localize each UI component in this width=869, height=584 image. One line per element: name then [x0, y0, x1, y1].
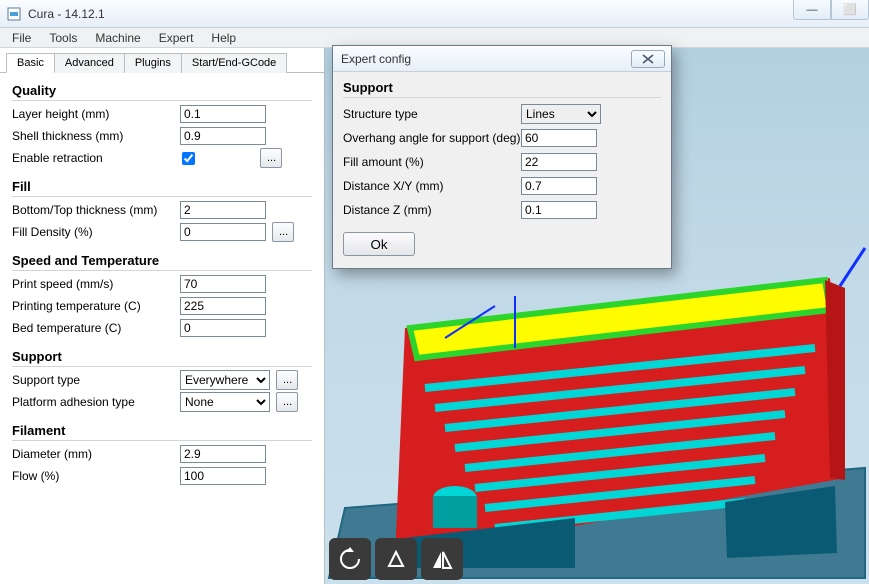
dialog-section-support: Support	[343, 80, 661, 98]
settings-panel: Basic Advanced Plugins Start/End-GCode Q…	[0, 48, 325, 584]
menu-tools[interactable]: Tools	[41, 29, 85, 47]
section-fill: Fill	[12, 179, 312, 197]
title-bar: Cura - 14.12.1 — ⬜	[0, 0, 869, 28]
input-overhang-angle[interactable]	[521, 129, 597, 147]
select-adhesion-type[interactable]: None	[180, 392, 270, 412]
label-print-speed: Print speed (mm/s)	[12, 277, 180, 291]
label-diameter: Diameter (mm)	[12, 447, 180, 461]
support-settings-button[interactable]: ...	[276, 370, 298, 390]
tab-plugins[interactable]: Plugins	[124, 53, 182, 73]
label-flow: Flow (%)	[12, 469, 180, 483]
input-diameter[interactable]	[180, 445, 266, 463]
tab-advanced[interactable]: Advanced	[54, 53, 125, 73]
section-filament: Filament	[12, 423, 312, 441]
input-distance-z[interactable]	[521, 201, 597, 219]
label-bottom-top: Bottom/Top thickness (mm)	[12, 203, 180, 217]
select-structure-type[interactable]: Lines	[521, 104, 601, 124]
dialog-title-bar[interactable]: Expert config	[333, 46, 671, 72]
menu-file[interactable]: File	[4, 29, 39, 47]
section-speedtemp: Speed and Temperature	[12, 253, 312, 271]
menu-machine[interactable]: Machine	[87, 29, 148, 47]
input-shell-thickness[interactable]	[180, 127, 266, 145]
input-layer-height[interactable]	[180, 105, 266, 123]
input-bed-temp[interactable]	[180, 319, 266, 337]
tab-basic[interactable]: Basic	[6, 53, 55, 73]
view-toolbar	[329, 538, 463, 580]
label-distance-xy: Distance X/Y (mm)	[343, 179, 521, 193]
input-fill-density[interactable]	[180, 223, 266, 241]
tab-gcode[interactable]: Start/End-GCode	[181, 53, 287, 73]
label-support-type: Support type	[12, 373, 180, 387]
label-distance-z: Distance Z (mm)	[343, 203, 521, 217]
adhesion-settings-button[interactable]: ...	[276, 392, 298, 412]
checkbox-enable-retraction[interactable]	[182, 152, 195, 165]
label-adhesion-type: Platform adhesion type	[12, 395, 180, 409]
minimize-button[interactable]: —	[793, 0, 831, 20]
label-layer-height: Layer height (mm)	[12, 107, 180, 121]
input-flow[interactable]	[180, 467, 266, 485]
dialog-title: Expert config	[341, 52, 411, 66]
input-fill-amount[interactable]	[521, 153, 597, 171]
label-overhang-angle: Overhang angle for support (deg)	[343, 131, 521, 145]
label-fill-amount: Fill amount (%)	[343, 155, 521, 169]
input-distance-xy[interactable]	[521, 177, 597, 195]
menu-help[interactable]: Help	[203, 29, 244, 47]
dialog-close-button[interactable]	[631, 50, 665, 68]
window-title: Cura - 14.12.1	[28, 7, 105, 21]
input-bottom-top[interactable]	[180, 201, 266, 219]
retraction-settings-button[interactable]: ...	[260, 148, 282, 168]
app-icon	[6, 6, 22, 22]
menu-expert[interactable]: Expert	[151, 29, 202, 47]
tab-bar: Basic Advanced Plugins Start/End-GCode	[0, 48, 324, 73]
select-support-type[interactable]: Everywhere	[180, 370, 270, 390]
section-quality: Quality	[12, 83, 312, 101]
input-print-speed[interactable]	[180, 275, 266, 293]
input-print-temp[interactable]	[180, 297, 266, 315]
ok-button[interactable]: Ok	[343, 232, 415, 256]
maximize-button[interactable]: ⬜	[831, 0, 869, 20]
label-print-temp: Printing temperature (C)	[12, 299, 180, 313]
section-support: Support	[12, 349, 312, 367]
expert-config-dialog: Expert config Support Structure type Lin…	[332, 45, 672, 269]
label-fill-density: Fill Density (%)	[12, 225, 180, 239]
mirror-tool-button[interactable]	[421, 538, 463, 580]
label-bed-temp: Bed temperature (C)	[12, 321, 180, 335]
fill-settings-button[interactable]: ...	[272, 222, 294, 242]
rotate-tool-button[interactable]	[329, 538, 371, 580]
label-structure-type: Structure type	[343, 107, 521, 121]
label-enable-retraction: Enable retraction	[12, 151, 180, 165]
scale-tool-button[interactable]	[375, 538, 417, 580]
label-shell-thickness: Shell thickness (mm)	[12, 129, 180, 143]
